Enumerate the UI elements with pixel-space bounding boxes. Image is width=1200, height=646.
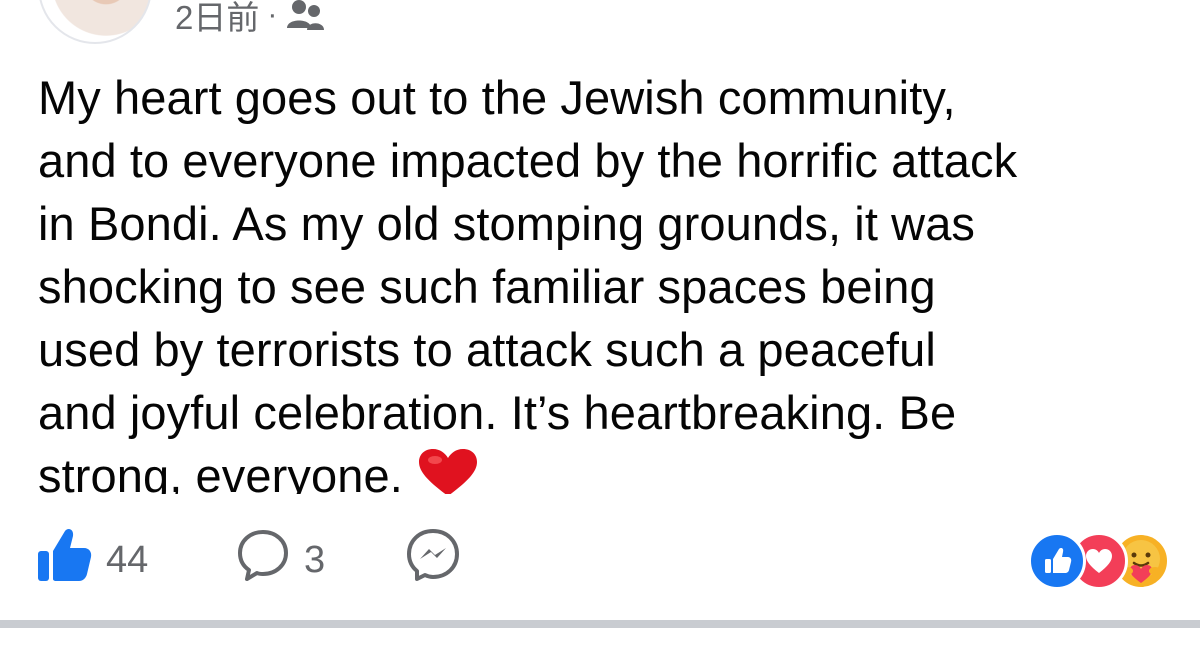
avatar[interactable]	[38, 0, 152, 44]
post-body: My heart goes out to the Jewish communit…	[38, 66, 1178, 494]
reactions-summary[interactable]	[1028, 532, 1170, 590]
like-count: 44	[106, 538, 149, 581]
red-heart-emoji	[417, 448, 479, 494]
post-timestamp[interactable]: 2日前	[175, 0, 259, 39]
like-reaction-icon	[1028, 532, 1086, 590]
meta-separator: ·	[267, 0, 278, 31]
post-header: 2日前 ·	[0, 0, 1200, 50]
post-text: My heart goes out to the Jewish communit…	[38, 71, 1018, 494]
comment-button[interactable]: 3	[236, 528, 325, 592]
messenger-share-button[interactable]	[405, 528, 461, 592]
post-meta: 2日前 ·	[175, 0, 325, 38]
like-button[interactable]: 44	[36, 528, 148, 592]
post-divider	[0, 620, 1200, 628]
comment-count: 3	[304, 538, 326, 581]
thumbs-up-icon	[36, 527, 92, 593]
facebook-post: 2日前 · My heart goes out to the Jewish co…	[0, 0, 1200, 646]
action-bar: 44 3	[0, 520, 1200, 600]
friends-icon[interactable]	[285, 0, 325, 33]
messenger-icon	[405, 527, 461, 593]
comment-bubble-icon	[236, 528, 290, 592]
